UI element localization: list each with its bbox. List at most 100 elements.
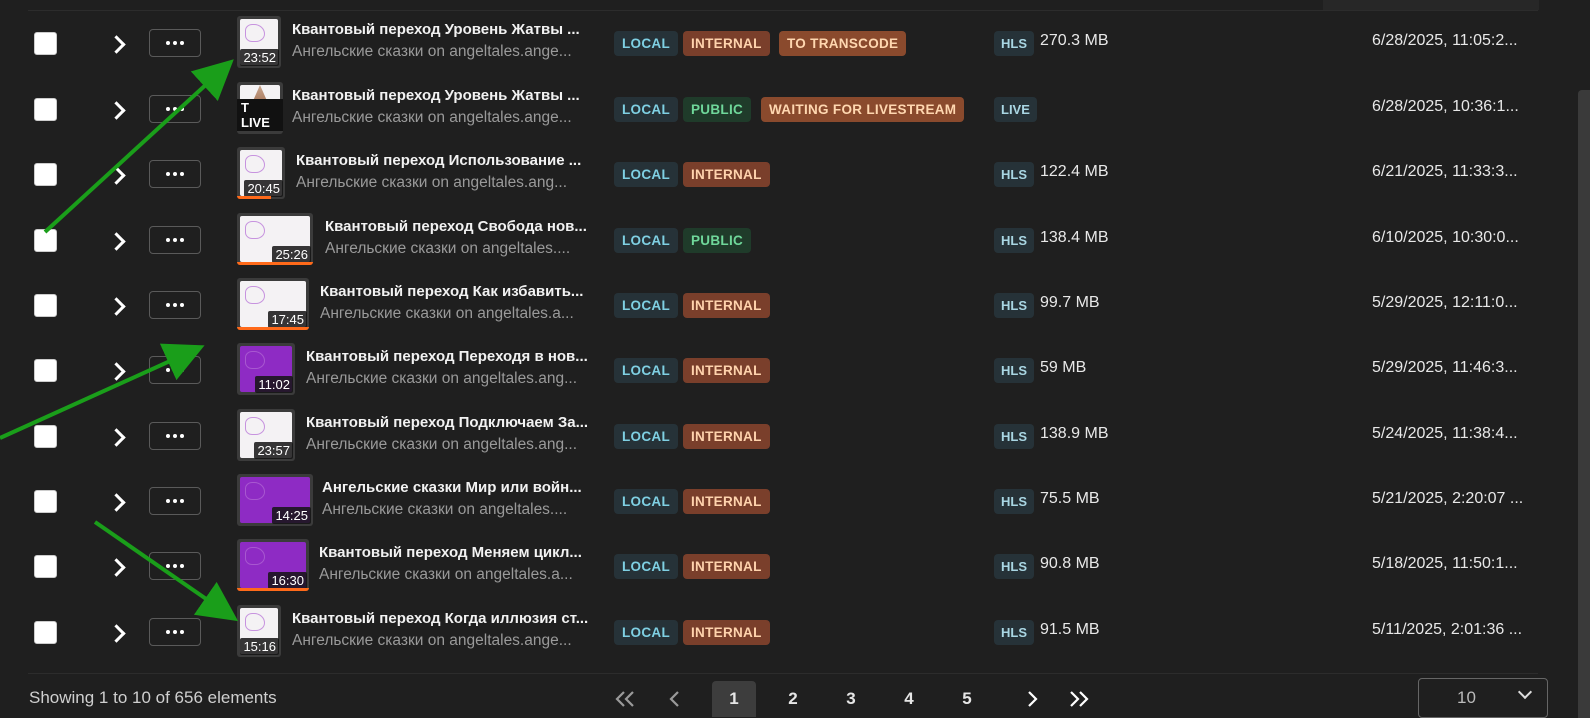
dot-icon [166, 434, 170, 438]
row-checkbox[interactable] [34, 425, 57, 448]
chevron-right-icon[interactable] [108, 620, 128, 644]
page-5-button[interactable]: 5 [945, 681, 989, 717]
dot-icon [180, 564, 184, 568]
video-channel[interactable]: Ангельские сказки on angeltales.ang... [306, 370, 592, 388]
page-3-button[interactable]: 3 [829, 681, 873, 717]
status-badge: LOCAL [614, 31, 678, 56]
chevron-right-icon[interactable] [108, 358, 128, 382]
first-page-button[interactable] [603, 681, 647, 717]
thumbnail-drawing [245, 547, 265, 565]
video-title[interactable]: Квантовый переход Использование ... [296, 152, 590, 169]
table-row[interactable]: 14:25 Ангельские сказки Мир или войн... Ан… [0, 468, 1560, 534]
chevron-right-icon[interactable] [108, 162, 128, 186]
video-channel[interactable]: Ангельские сказки on angeltales.ang... [306, 436, 592, 454]
watch-progress-bar [237, 196, 271, 199]
chevron-right-icon[interactable] [108, 31, 128, 55]
dot-icon [180, 434, 184, 438]
table-row[interactable]: 23:57 Квантовый переход Подключаем За... А… [0, 403, 1560, 469]
file-size: 122.4 MB [1040, 163, 1109, 180]
video-title[interactable]: Квантовый переход Уровень Жатвы ... [292, 21, 590, 38]
table-row[interactable]: 20:45 Квантовый переход Использование ...… [0, 141, 1560, 207]
table-row[interactable]: 17:45 Квантовый переход Как избавить... Ан… [0, 272, 1560, 338]
status-badge: INTERNAL [683, 162, 770, 187]
more-actions-button[interactable] [149, 291, 201, 319]
page-4-button[interactable]: 4 [887, 681, 931, 717]
more-actions-button[interactable] [149, 29, 201, 57]
status-badge: INTERNAL [683, 620, 770, 645]
created-date: 5/29/2025, 12:11:0... [1372, 294, 1518, 311]
next-page-button[interactable] [1010, 681, 1054, 717]
more-actions-button[interactable] [149, 160, 201, 188]
more-actions-button[interactable] [149, 356, 201, 384]
video-title[interactable]: Квантовый переход Как избавить... [320, 283, 590, 300]
chevron-right-icon[interactable] [108, 293, 128, 317]
more-actions-button[interactable] [149, 226, 201, 254]
row-checkbox[interactable] [34, 229, 57, 252]
thumbnail-drawing [245, 613, 265, 631]
video-thumbnail[interactable]: 16:30 [237, 539, 309, 591]
video-title[interactable]: Ангельские сказки Мир или войн... [322, 479, 590, 496]
format-badge: HLS [994, 228, 1034, 253]
dot-icon [173, 564, 177, 568]
more-actions-button[interactable] [149, 487, 201, 515]
chevron-right-icon[interactable] [108, 228, 128, 252]
more-actions-button[interactable] [149, 422, 201, 450]
table-row[interactable]: T LIVE Квантовый переход Уровень Жатвы ..… [0, 76, 1560, 142]
table-row[interactable]: 23:52 Квантовый переход Уровень Жатвы ...… [0, 10, 1560, 76]
video-title[interactable]: Квантовый переход Подключаем За... [306, 414, 590, 431]
row-checkbox[interactable] [34, 490, 57, 513]
previous-page-button[interactable] [653, 681, 697, 717]
live-badge: T LIVE [237, 99, 283, 131]
video-channel[interactable]: Ангельские сказки on angeltales.ange... [292, 43, 592, 61]
video-title[interactable]: Квантовый переход Свобода нов... [325, 218, 590, 235]
video-thumbnail[interactable]: 23:57 [237, 409, 295, 461]
table-row[interactable]: 25:26 Квантовый переход Свобода нов... Анг… [0, 207, 1560, 273]
row-checkbox[interactable] [34, 98, 57, 121]
table-row[interactable]: 11:02 Квантовый переход Переходя в нов...… [0, 337, 1560, 403]
video-title[interactable]: Квантовый переход Когда иллюзия ст... [292, 610, 590, 627]
row-checkbox[interactable] [34, 555, 57, 578]
video-channel[interactable]: Ангельские сказки on angeltales.a... [319, 566, 592, 584]
video-thumbnail[interactable]: 25:26 [237, 213, 313, 265]
row-checkbox[interactable] [34, 621, 57, 644]
page-size-select[interactable]: 10 [1418, 678, 1548, 718]
status-badge: LOCAL [614, 620, 678, 645]
row-checkbox[interactable] [34, 32, 57, 55]
video-thumbnail[interactable]: 14:25 [237, 474, 313, 526]
video-thumbnail[interactable]: T LIVE [237, 82, 283, 134]
video-channel[interactable]: Ангельские сказки on angeltales.ang... [296, 174, 592, 192]
video-channel[interactable]: Ангельские сказки on angeltales.... [325, 240, 592, 258]
video-channel[interactable]: Ангельские сказки on angeltales.... [322, 501, 592, 519]
scrollbar[interactable] [1578, 90, 1590, 718]
video-title[interactable]: Квантовый переход Уровень Жатвы ... [292, 87, 590, 104]
last-page-button[interactable] [1057, 681, 1101, 717]
dot-icon [166, 630, 170, 634]
row-checkbox[interactable] [34, 294, 57, 317]
row-checkbox[interactable] [34, 359, 57, 382]
video-thumbnail[interactable]: 17:45 [237, 278, 309, 330]
duration-badge: 23:52 [240, 49, 279, 66]
chevron-right-icon[interactable] [108, 424, 128, 448]
video-title[interactable]: Квантовый переход Меняем цикл... [319, 544, 590, 561]
video-title[interactable]: Квантовый переход Переходя в нов... [306, 348, 590, 365]
dot-icon [180, 630, 184, 634]
chevron-right-icon[interactable] [108, 554, 128, 578]
chevron-right-icon[interactable] [108, 97, 128, 121]
more-actions-button[interactable] [149, 552, 201, 580]
table-row[interactable]: 16:30 Квантовый переход Меняем цикл... Анг… [0, 533, 1560, 599]
chevron-right-icon[interactable] [108, 489, 128, 513]
page-2-button[interactable]: 2 [771, 681, 815, 717]
video-thumbnail[interactable]: 20:45 [237, 147, 285, 199]
more-actions-button[interactable] [149, 95, 201, 123]
video-channel[interactable]: Ангельские сказки on angeltales.ange... [292, 632, 592, 650]
video-thumbnail[interactable]: 11:02 [237, 343, 295, 395]
video-thumbnail[interactable]: 15:16 [237, 605, 281, 657]
more-actions-button[interactable] [149, 618, 201, 646]
dot-icon [173, 238, 177, 242]
video-channel[interactable]: Ангельские сказки on angeltales.a... [320, 305, 592, 323]
page-1-button[interactable]: 1 [712, 681, 756, 717]
row-checkbox[interactable] [34, 163, 57, 186]
video-thumbnail[interactable]: 23:52 [237, 16, 281, 68]
video-channel[interactable]: Ангельские сказки on angeltales.ange... [292, 109, 592, 127]
table-row[interactable]: 15:16 Квантовый переход Когда иллюзия ст.… [0, 599, 1560, 665]
